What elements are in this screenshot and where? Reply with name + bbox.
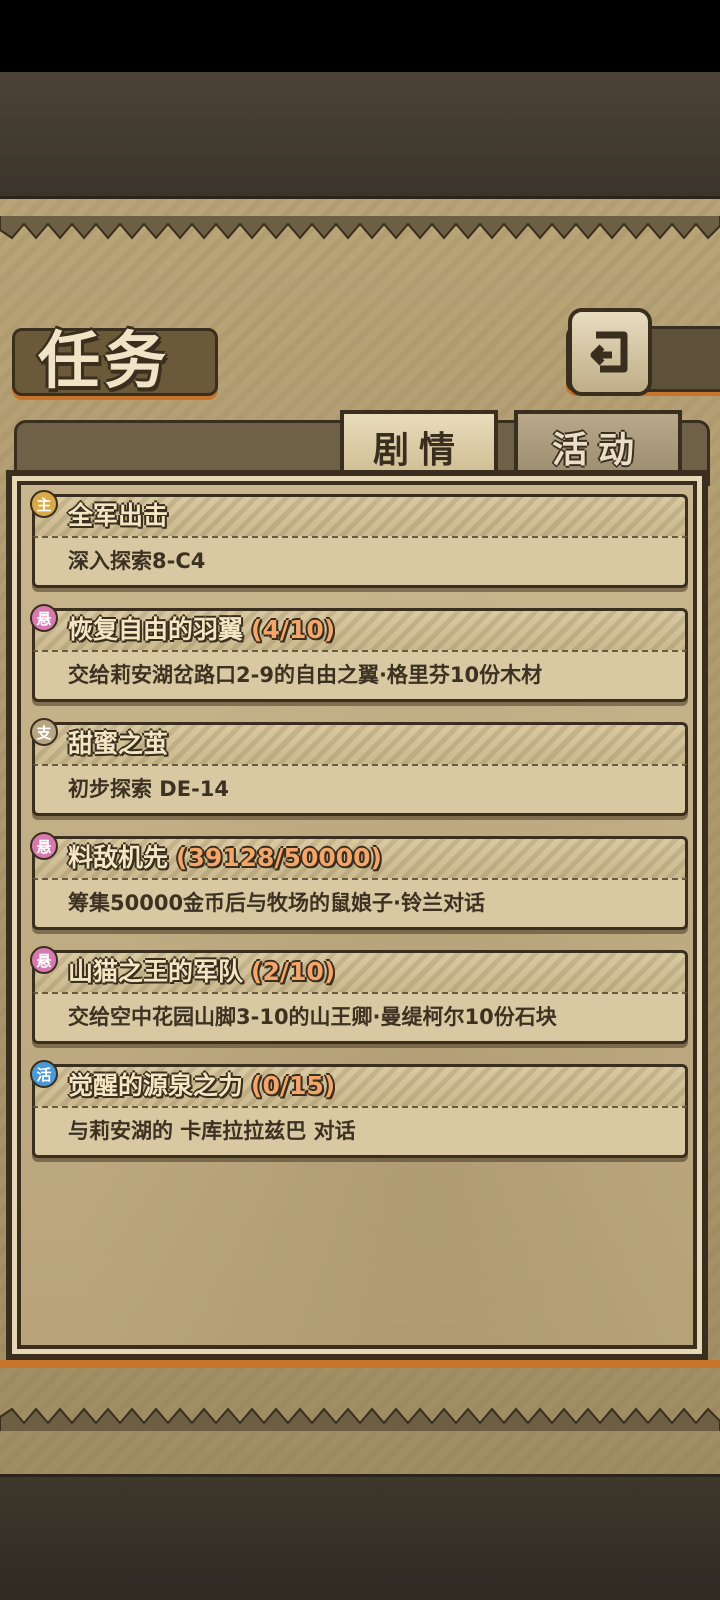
side-quest-badge-icon: 支 — [30, 718, 58, 746]
event-quest-badge-icon: 活 — [30, 1060, 58, 1088]
quest-progress: (0/15) — [251, 1071, 336, 1100]
quest-title-text: 甜蜜之茧 — [68, 729, 169, 758]
quest-description: 交给莉安湖岔路口2-9的自由之翼·格里芬10份木材 — [68, 663, 543, 687]
return-arrow-icon — [590, 331, 628, 373]
status-bar-area — [0, 0, 720, 72]
quest-progress: (39128/50000) — [176, 843, 382, 872]
bounty-quest-badge-icon: 悬 — [30, 604, 58, 632]
quest-progress: (4/10) — [251, 615, 336, 644]
quest-title-text: 料敌机先 — [68, 843, 169, 872]
zigzag-border-top — [0, 216, 720, 240]
back-button[interactable] — [568, 308, 652, 396]
map-background-top — [0, 72, 720, 198]
quest-title: 全军出击 — [68, 496, 168, 532]
zigzag-border-bottom — [0, 1407, 720, 1431]
quest-item[interactable]: 活 觉醒的源泉之力 (0/15) 与莉安湖的 卡库拉拉兹巴 对话 — [30, 1060, 688, 1158]
map-background-bottom — [0, 1470, 720, 1600]
quest-description: 与莉安湖的 卡库拉拉兹巴 对话 — [68, 1119, 356, 1143]
quest-item[interactable]: 主 全军出击 深入探索8-C4 — [30, 490, 688, 588]
bounty-quest-badge-icon: 悬 — [30, 832, 58, 860]
quest-description: 初步探索 DE-14 — [68, 777, 230, 801]
quest-description: 深入探索8-C4 — [68, 549, 206, 573]
quest-title: 觉醒的源泉之力 (0/15) — [68, 1066, 335, 1102]
quest-item[interactable]: 支 甜蜜之茧 初步探索 DE-14 — [30, 718, 688, 816]
page-title: 任务 — [38, 324, 171, 397]
quest-item[interactable]: 悬 料敌机先 (39128/50000) 筹集50000金币后与牧场的鼠娘子·铃兰… — [30, 832, 688, 930]
quest-title-text: 山猫之王的军队 — [68, 957, 244, 986]
bounty-quest-badge-icon: 悬 — [30, 946, 58, 974]
quest-title: 山猫之王的军队 (2/10) — [68, 952, 335, 988]
quest-description: 筹集50000金币后与牧场的鼠娘子·铃兰对话 — [68, 891, 486, 915]
quest-title-text: 恢复自由的羽翼 — [68, 615, 244, 644]
quest-item[interactable]: 悬 山猫之王的军队 (2/10) 交给空中花园山脚3-10的山王卿·曼缇柯尔10份… — [30, 946, 688, 1044]
panel-trim — [0, 1360, 720, 1368]
quest-title: 料敌机先 (39128/50000) — [68, 838, 382, 874]
quest-item[interactable]: 悬 恢复自由的羽翼 (4/10) 交给莉安湖岔路口2-9的自由之翼·格里芬10份木… — [30, 604, 688, 702]
main-quest-badge-icon: 主 — [30, 490, 58, 518]
quest-title: 恢复自由的羽翼 (4/10) — [68, 610, 335, 646]
quest-title-text: 全军出击 — [68, 501, 169, 530]
quest-description: 交给空中花园山脚3-10的山王卿·曼缇柯尔10份石块 — [68, 1005, 557, 1029]
quest-title-text: 觉醒的源泉之力 — [68, 1071, 244, 1100]
quest-title: 甜蜜之茧 — [68, 724, 168, 760]
quest-progress: (2/10) — [251, 957, 336, 986]
